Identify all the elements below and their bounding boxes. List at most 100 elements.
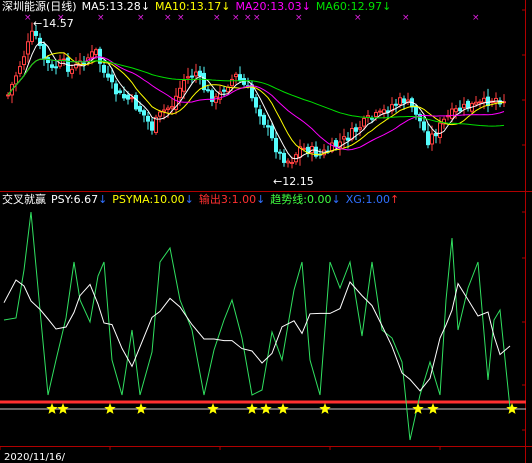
candle-body: [134, 94, 138, 110]
low-price-label: 12.15: [282, 175, 314, 188]
candle-body: [18, 66, 22, 74]
cross-marker-icon: ×: [295, 13, 303, 23]
candle-body: [14, 75, 18, 85]
high-price-annotation: ←14.57: [33, 18, 74, 30]
candle-body: [354, 127, 358, 132]
candle-body: [434, 132, 438, 137]
candle-body: [394, 103, 398, 106]
candle-body: [426, 131, 430, 146]
trend-arrow-icon: ↓: [331, 193, 341, 206]
candle-body: [462, 103, 466, 109]
candle-body: [286, 160, 290, 164]
ma10-arrow-icon: ↓: [221, 0, 231, 13]
cross-marker-icon: ×: [472, 13, 480, 23]
date-axis-label: 2020/11/16/: [4, 452, 66, 463]
candle-body: [234, 73, 238, 78]
candle-body: [122, 94, 126, 99]
output-label: 输出3:1.00↓: [198, 193, 266, 206]
psy-label: PSY:6.67↓: [51, 193, 108, 206]
candle-body: [398, 97, 402, 105]
ma5-arrow-icon: ↓: [140, 0, 151, 13]
high-arrow-icon: ←: [33, 17, 43, 30]
stock-title: 深圳能源(日线): [2, 0, 77, 13]
candle-body: [186, 76, 190, 79]
cross-marker-icon: ×: [137, 13, 145, 23]
candle-body: [334, 140, 338, 148]
candle-body: [22, 56, 26, 66]
candle-body: [194, 71, 198, 77]
candle-body: [290, 161, 294, 164]
candle-body: [34, 31, 38, 36]
candle-body: [178, 87, 182, 98]
candle-body: [158, 111, 162, 117]
high-price-label: 14.57: [42, 17, 74, 30]
candle-body: [162, 109, 166, 112]
price-panel-header: 深圳能源(日线) MA5:13.28↓ MA10:13.17↓ MA20:13.03↓…: [2, 0, 396, 13]
candle-body: [422, 121, 426, 131]
candle-body: [166, 107, 170, 111]
candle-body: [102, 64, 106, 73]
indicator-title: 交叉就赢: [2, 193, 46, 206]
psyma-arrow-icon: ↓: [184, 193, 194, 206]
candle-body: [146, 115, 150, 122]
output-arrow-icon: ↓: [256, 193, 266, 206]
candle-body: [142, 110, 146, 116]
candle-body: [262, 114, 266, 125]
candle-body: [274, 137, 278, 153]
cross-marker-icon: ×: [24, 13, 32, 23]
candle-body: [198, 70, 202, 77]
candle-body: [282, 152, 286, 163]
candle-body: [190, 75, 194, 78]
candle-body: [474, 101, 478, 105]
ma20-arrow-icon: ↓: [301, 0, 311, 13]
candle-body: [278, 151, 282, 154]
candle-body: [438, 122, 442, 138]
candle-body: [374, 111, 378, 117]
candle-body: [42, 43, 46, 59]
candle-body: [114, 83, 118, 95]
candle-body: [206, 89, 210, 92]
candle-body: [6, 94, 10, 97]
psy-arrow-icon: ↓: [98, 193, 108, 206]
candle-body: [214, 96, 218, 103]
candle-body: [130, 97, 134, 100]
candle-body: [150, 121, 154, 131]
candle-body: [482, 97, 486, 103]
ma60-arrow-icon: ↓: [382, 0, 392, 13]
candle-body: [430, 133, 434, 145]
cross-marker-icon: ×: [177, 13, 185, 23]
candle-body: [458, 107, 462, 112]
candle-body: [382, 109, 386, 114]
ma5-label: MA5:13.28↓: [81, 0, 151, 13]
candle-body: [254, 97, 258, 108]
low-price-annotation: ←12.15: [273, 176, 314, 188]
candle-body: [126, 94, 130, 100]
cross-marker-icon: ×: [253, 13, 261, 23]
candle-body: [26, 41, 30, 55]
cross-marker-icon: ×: [402, 13, 410, 23]
candle-body: [302, 147, 306, 150]
candle-body: [90, 51, 94, 58]
candle-body: [362, 117, 366, 127]
candle-body: [402, 98, 406, 104]
candle-body: [346, 137, 350, 141]
candle-body: [466, 100, 470, 109]
xg-arrow-icon: ↑: [389, 193, 400, 206]
candle-body: [30, 30, 34, 42]
candle-body: [70, 68, 74, 74]
candle-body: [222, 89, 226, 92]
candle-body: [366, 115, 370, 118]
candle-body: [486, 96, 490, 106]
cross-marker-icon: ×: [354, 13, 362, 23]
xg-label: XG:1.00↑: [345, 193, 400, 206]
candle-body: [450, 108, 454, 119]
stock-chart-canvas[interactable]: [0, 0, 532, 463]
ma20-label: MA20:13.03↓: [235, 0, 311, 13]
candle-body: [118, 90, 122, 94]
candle-body: [378, 110, 382, 113]
cross-marker-icon: ×: [164, 13, 172, 23]
candle-body: [478, 101, 482, 104]
candle-body: [110, 74, 114, 83]
cross-marker-icon: ×: [244, 13, 252, 23]
candle-body: [342, 136, 346, 140]
